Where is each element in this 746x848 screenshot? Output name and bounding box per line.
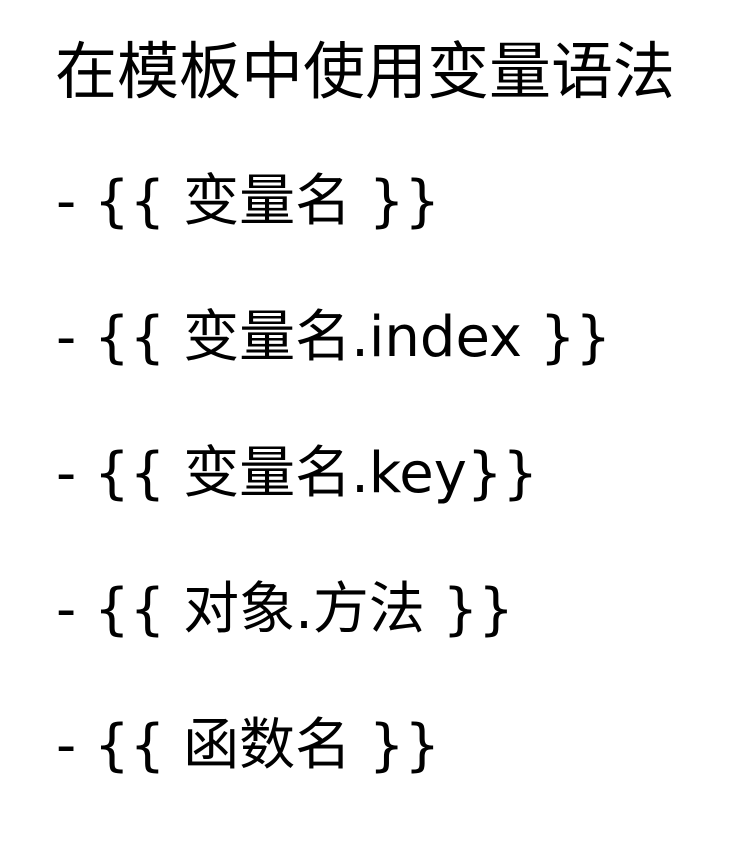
list-item: - {{ 函数名 }}: [56, 713, 441, 778]
list-item: - {{ 变量名.key}}: [56, 441, 539, 506]
list-item: - {{ 变量名.index }}: [56, 305, 612, 370]
list-item: - {{ 变量名 }}: [56, 169, 441, 234]
document-page: 在模板中使用变量语法 - {{ 变量名 }} - {{ 变量名.index }}…: [0, 0, 746, 806]
page-title: 在模板中使用变量语法: [55, 35, 676, 108]
list-item: - {{ 对象.方法 }}: [56, 577, 514, 642]
syntax-list: - {{ 变量名 }} - {{ 变量名.index }} - {{ 变量名.k…: [56, 168, 611, 848]
